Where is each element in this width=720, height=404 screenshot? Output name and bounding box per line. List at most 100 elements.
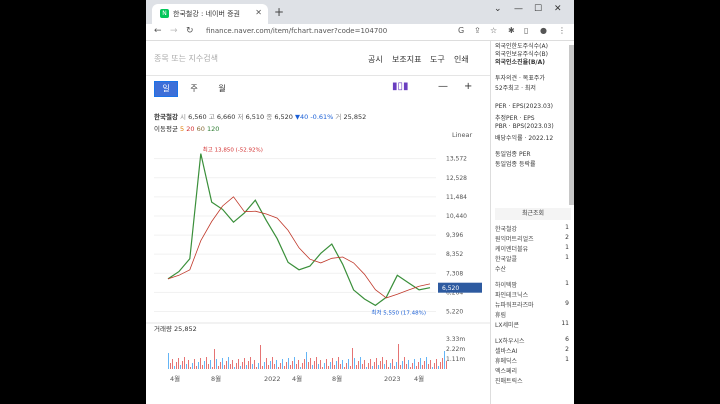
volume-bar <box>228 357 229 369</box>
volume-bar <box>216 359 217 369</box>
volume-bar <box>226 361 227 369</box>
volume-bar <box>358 361 359 369</box>
volume-bar <box>276 360 277 369</box>
recent-item: LX하우시스 <box>495 338 525 345</box>
menu-tools[interactable]: 도구 <box>430 54 445 65</box>
chart-type-icon[interactable]: ▮▯▮ <box>392 81 409 92</box>
recent-title: 최근조회 <box>495 208 571 220</box>
high-label: 고 <box>208 113 215 121</box>
moving-average-line <box>167 196 431 299</box>
recent-item-count: 11 <box>561 320 569 327</box>
volume-bar <box>310 358 311 369</box>
tab-search-icon[interactable]: ⌄ <box>494 4 502 14</box>
tab-active[interactable]: N 한국철강 : 네이버 증권 ✕ <box>152 4 268 24</box>
back-icon[interactable]: ← <box>154 26 162 36</box>
search-input[interactable]: 종목 또는 지수검색 <box>154 53 218 64</box>
volume-bar <box>224 365 225 369</box>
volume-bar <box>422 365 423 369</box>
volume-bar <box>192 363 193 369</box>
url-field[interactable]: finance.naver.com/item/fchart.naver?code… <box>206 27 387 35</box>
volume-bar <box>322 367 323 369</box>
bookmark-star-icon[interactable]: ☆ <box>490 26 497 35</box>
menu-disclosure[interactable]: 공시 <box>368 54 383 65</box>
zoom-in-icon[interactable]: + <box>464 81 472 92</box>
change-value: ▼40 -0.61% <box>295 113 334 121</box>
reload-icon[interactable]: ↻ <box>186 26 194 36</box>
forward-icon[interactable]: → <box>170 26 178 36</box>
left-black-margin <box>0 0 146 404</box>
volume-bar <box>418 362 419 369</box>
volume-bar <box>260 345 261 369</box>
menu-print[interactable]: 인쇄 <box>454 54 469 65</box>
profile-avatar-icon[interactable]: ● <box>540 26 547 35</box>
menu-indicators[interactable]: 보조지표 <box>392 54 421 65</box>
y-tick-label: 10,440 <box>446 213 467 220</box>
volume-bar <box>320 360 321 369</box>
period-week-button[interactable]: 주 <box>182 81 206 97</box>
tab-close-icon[interactable]: ✕ <box>255 8 262 17</box>
minimize-icon[interactable]: — <box>514 4 523 14</box>
divider <box>146 75 490 76</box>
y-tick-label: 9,396 <box>446 232 463 239</box>
new-tab-icon[interactable]: + <box>274 5 284 19</box>
volume-bar <box>240 366 241 369</box>
volume-bar <box>254 360 255 369</box>
volume-bar <box>250 357 251 369</box>
more-menu-icon[interactable]: ⋮ <box>558 26 566 35</box>
volume-bar <box>398 344 399 369</box>
volume-bar <box>270 361 271 369</box>
extensions-icon[interactable]: ✱ <box>508 26 515 35</box>
volume-bar <box>234 367 235 369</box>
volume-bar <box>296 364 297 369</box>
price-chart[interactable]: 13,572 12,528 11,484 10,440 9,396 8,352 7,308 6… <box>146 141 490 404</box>
scrollbar[interactable] <box>569 45 574 205</box>
close-window-icon[interactable]: ✕ <box>554 4 562 14</box>
current-price-label: 6,520 <box>442 285 459 292</box>
volume-bar <box>292 361 293 369</box>
volume-bar <box>326 359 327 369</box>
volume-bar <box>394 366 395 369</box>
volume-bar <box>336 361 337 369</box>
volume-bar <box>438 366 439 369</box>
recent-item: 한국알콜 <box>495 256 518 263</box>
volume-bar <box>308 362 309 369</box>
maximize-icon[interactable]: ☐ <box>534 4 542 14</box>
zoom-out-icon[interactable]: — <box>438 81 448 92</box>
open-value: 6,560 <box>188 113 207 121</box>
volume-bar <box>306 352 307 369</box>
volume-bar <box>342 360 343 369</box>
volume-bar <box>328 366 329 369</box>
y-tick-label: 13,572 <box>446 156 467 163</box>
volume-bar <box>290 365 291 369</box>
period-day-button[interactable]: 일 <box>154 81 178 97</box>
volume-bar <box>188 360 189 369</box>
volume-bar <box>350 366 351 369</box>
sidepanel-icon[interactable]: ▯ <box>524 26 528 35</box>
sidebar-info-item: 투자의견 · 목표주가 <box>495 75 545 82</box>
sidebar-info-item: PBR · BPS(2023.03) <box>495 123 554 130</box>
sidebar-industry-per: 동일업종 PER <box>495 151 531 158</box>
volume-bar <box>426 357 427 369</box>
share-icon[interactable]: ⇪ <box>474 26 481 35</box>
volume-bar <box>262 366 263 369</box>
moving-average-legend: 이동평균 5 20 60 120 <box>154 123 219 133</box>
volume-bar <box>168 353 169 369</box>
volume-tick-label: 3.33m <box>446 336 465 343</box>
volume-bar <box>316 357 317 369</box>
volume-bar <box>294 357 295 369</box>
volume-bar <box>432 367 433 369</box>
recent-item-count: 1 <box>565 254 569 261</box>
period-month-button[interactable]: 월 <box>210 81 234 97</box>
recent-item-count: 1 <box>565 244 569 251</box>
recent-item: 한국철강 <box>495 226 518 233</box>
volume-bar <box>388 367 389 369</box>
volume-bar <box>186 364 187 369</box>
recent-item: 휴메딕스 <box>495 358 518 365</box>
volume-bar <box>410 367 411 369</box>
scale-selector[interactable]: Linear <box>452 131 472 139</box>
volume-bar <box>222 358 223 369</box>
right-sidebar: 외국인한도주식수(A) 외국인보유주식수(B) 외국인소진율(B/A) 투자의견 · … <box>490 41 574 404</box>
naver-favicon-icon: N <box>160 9 169 18</box>
open-label: 시 <box>180 113 186 121</box>
google-icon[interactable]: G <box>458 26 464 35</box>
